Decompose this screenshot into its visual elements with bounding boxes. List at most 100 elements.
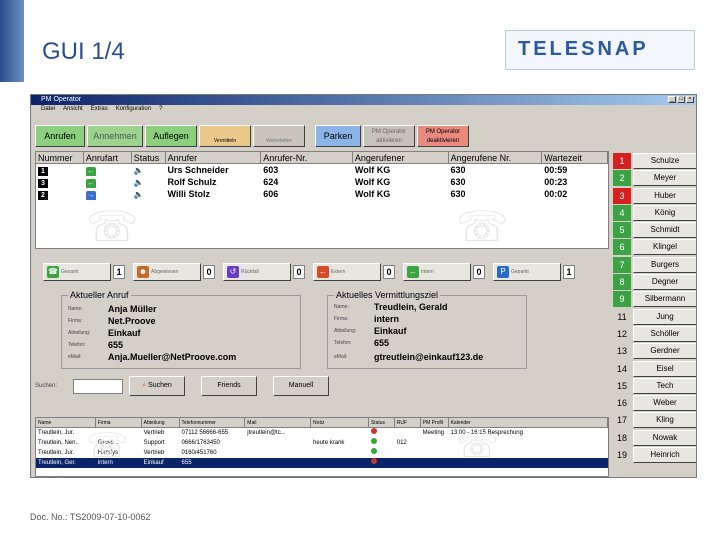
table-row[interactable]: 3 ← 🔈 Rolf Schulz 624 Wolf KG 630 00:23 xyxy=(36,176,608,188)
speed-dial-button[interactable]: Meyer xyxy=(633,170,696,187)
speed-dial-row[interactable]: 15 Tech xyxy=(613,377,696,394)
field-row: Name: Treudlein, Gerald xyxy=(334,302,448,313)
speed-dial-button[interactable]: Schulze xyxy=(633,153,696,169)
col-notiz[interactable]: Notiz xyxy=(311,418,369,427)
speed-dial-button[interactable]: Eisel xyxy=(633,360,696,377)
speed-dial-row[interactable]: 14 Eisel xyxy=(613,360,696,377)
field-label: eMail: xyxy=(334,354,348,360)
search-button[interactable]: ⌕ Suchen xyxy=(129,376,185,396)
pm-operator-deaktivieren-button[interactable]: PM Operator deaktivieren xyxy=(417,125,469,147)
counter-extern-button[interactable]: ← Extern xyxy=(313,263,381,281)
parken-button[interactable]: Parken xyxy=(315,125,361,147)
logo-text: TELESNAP xyxy=(518,38,649,60)
menu-help[interactable]: ? xyxy=(159,105,162,114)
field-row: eMail: Anja.Mueller@NetProove.com xyxy=(68,352,236,363)
speed-dial-row[interactable]: 19 Heinrich xyxy=(613,447,696,464)
speed-dial-row[interactable]: 16 Weber xyxy=(613,395,696,412)
speed-dial-row[interactable]: 4 König xyxy=(613,204,696,221)
speed-dial-row[interactable]: 17 Kling xyxy=(613,412,696,429)
current-target-title: Aktuelles Vermittlungsziel xyxy=(334,290,441,300)
vermitteln-button[interactable]: Vermitteln xyxy=(199,125,251,147)
speed-dial-button[interactable]: Klingel xyxy=(633,239,696,256)
maximize-button[interactable]: □ xyxy=(677,96,685,103)
contact-notiz xyxy=(311,448,369,458)
table-row[interactable]: 2 → 🔈 Willi Stolz 606 Wolf KG 630 00:02 xyxy=(36,188,608,200)
speed-dial-row[interactable]: 11 Jung xyxy=(613,308,696,325)
contact-notiz xyxy=(311,428,369,438)
speed-dial-row[interactable]: 18 Nowak xyxy=(613,429,696,446)
annehmen-button[interactable]: Annehmen xyxy=(87,125,143,147)
counter-geparkt: P Geparkt 1 xyxy=(493,262,581,282)
col-nummer[interactable]: Nummer xyxy=(36,152,84,163)
speed-dial-button[interactable]: Nowak xyxy=(633,429,696,446)
weiterleiten-button[interactable]: Weiterleiten xyxy=(253,125,305,147)
col-status[interactable]: Status xyxy=(132,152,166,163)
counter-gesamt-button[interactable]: ☎ Gesamt xyxy=(43,263,111,281)
speed-dial-row[interactable]: 5 Schmidt xyxy=(613,222,696,239)
arrow-left-icon: ← xyxy=(317,266,329,278)
status-dot-icon xyxy=(370,458,377,464)
speed-dial-number: 11 xyxy=(613,308,631,325)
speed-dial-button[interactable]: Jung xyxy=(633,308,696,325)
speed-dial-button[interactable]: Degner xyxy=(633,274,696,291)
speed-dial-button[interactable]: Weber xyxy=(633,395,696,412)
speed-dial-button[interactable]: Schöller xyxy=(633,325,696,342)
speed-dial-row[interactable]: 6 Klingel xyxy=(613,239,696,256)
col-ruf[interactable]: RUF xyxy=(395,418,421,427)
col-abteilung[interactable]: Abteilung xyxy=(142,418,180,427)
speed-dial-row[interactable]: 13 Gerdner xyxy=(613,343,696,360)
speed-dial-row[interactable]: 7 Burgers xyxy=(613,256,696,273)
close-button[interactable]: × xyxy=(686,96,694,103)
col-angerufene-nr[interactable]: Angerufene Nr. xyxy=(449,152,543,163)
speed-dial-button[interactable]: Burgers xyxy=(633,256,696,273)
speed-dial-row[interactable]: 3 Huber xyxy=(613,187,696,204)
counter-intern-button[interactable]: ← Intern xyxy=(403,263,471,281)
speed-dial-row[interactable]: 1 Schulze xyxy=(613,153,696,169)
speed-dial-button[interactable]: Silbermann xyxy=(633,291,696,308)
col-anrufer[interactable]: Anrufer xyxy=(166,152,262,163)
col-angerufener[interactable]: Angerufener xyxy=(353,152,449,163)
speed-dial-row[interactable]: 2 Meyer xyxy=(613,170,696,187)
speed-dial-button[interactable]: König xyxy=(633,204,696,221)
counter-rueckfall-button[interactable]: ↺ Rückfall xyxy=(223,263,291,281)
anrufen-button[interactable]: Anrufen xyxy=(35,125,85,147)
speed-dial-button[interactable]: Heinrich xyxy=(633,447,696,464)
minimize-button[interactable]: _ xyxy=(668,96,676,103)
speed-dial-row[interactable]: 12 Schöller xyxy=(613,325,696,342)
menu-extras[interactable]: Extras xyxy=(91,105,108,114)
menu-ansicht[interactable]: Ansicht xyxy=(63,105,83,114)
col-mail[interactable]: Mail xyxy=(245,418,312,427)
speed-dial-button[interactable]: Gerdner xyxy=(633,343,696,360)
contact-status-cell xyxy=(369,448,395,458)
col-wartezeit[interactable]: Wartezeit xyxy=(542,152,608,163)
speed-dial-button[interactable]: Kling xyxy=(633,412,696,429)
speed-dial-number: 8 xyxy=(613,274,631,291)
col-pm-profil[interactable]: PM Profil xyxy=(421,418,449,427)
col-anrufart[interactable]: Anrufart xyxy=(84,152,132,163)
manual-button[interactable]: Manuell xyxy=(273,376,329,396)
speed-dial-button[interactable]: Tech xyxy=(633,377,696,394)
speed-dial-row[interactable]: 8 Degner xyxy=(613,274,696,291)
speed-dial-button[interactable]: Huber xyxy=(633,187,696,204)
counter-value: 1 xyxy=(113,265,125,279)
col-status[interactable]: Status xyxy=(369,418,395,427)
speed-dial-button[interactable]: Schmidt xyxy=(633,222,696,239)
friends-button[interactable]: Friends xyxy=(201,376,257,396)
speed-dial-row[interactable]: 9 Silbermann xyxy=(613,291,696,308)
menu-datei[interactable]: Datei xyxy=(41,105,55,114)
auflegen-button[interactable]: Auflegen xyxy=(145,125,197,147)
pm-operator-aktivieren-button[interactable]: PM Operator aktivieren xyxy=(363,125,415,147)
menu-konfiguration[interactable]: Konfiguration xyxy=(116,105,151,114)
col-telefonnummer[interactable]: Telefonnummer xyxy=(180,418,246,427)
search-input[interactable] xyxy=(73,378,123,394)
speaker-icon: 🔈 xyxy=(133,166,144,175)
col-anrufer-nr[interactable]: Anrufer-Nr. xyxy=(261,152,353,163)
call-type-cell: → xyxy=(84,188,132,200)
counter-abgewiesen-button[interactable]: ☻ Abgewiesen xyxy=(133,263,201,281)
target-company-value: intern xyxy=(374,314,400,324)
counter-geparkt-button[interactable]: P Geparkt xyxy=(493,263,561,281)
call-number: 1 xyxy=(38,167,48,176)
contact-abteilung: Einkauf xyxy=(143,460,164,466)
table-row[interactable]: 1 ← 🔈 Urs Schneider 603 Wolf KG 630 00:5… xyxy=(36,164,608,176)
counter-extern: ← Extern 0 xyxy=(313,262,401,282)
